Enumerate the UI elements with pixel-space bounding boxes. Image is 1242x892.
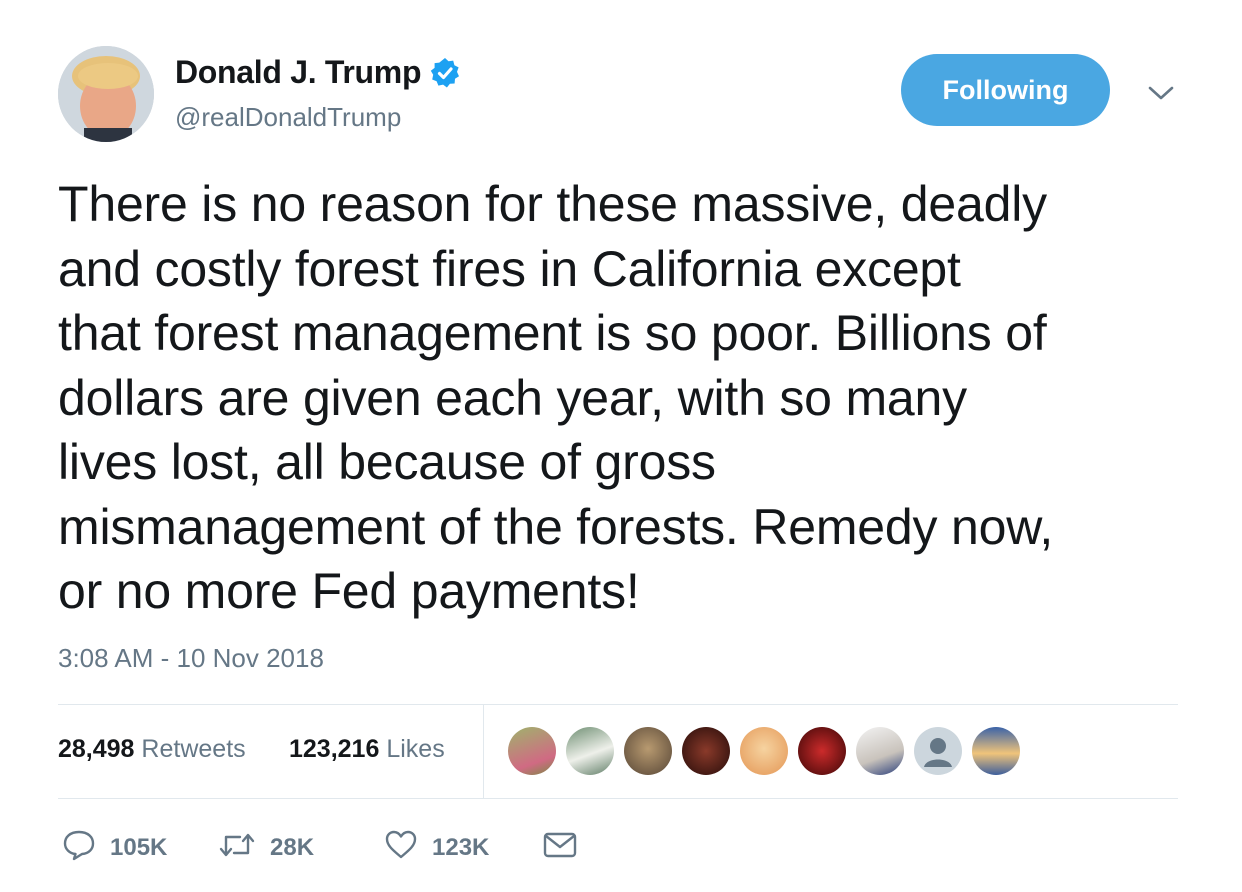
liker-avatar[interactable] [856, 727, 904, 775]
tweet-timestamp[interactable]: 3:08 AM - 10 Nov 2018 [58, 643, 324, 674]
user-name[interactable]: Donald J. Trump [175, 54, 422, 91]
retweets-count: 28,498 [58, 735, 135, 763]
reply-icon [62, 828, 96, 867]
liker-avatar[interactable] [972, 727, 1020, 775]
avatar[interactable] [58, 46, 154, 142]
liker-avatar[interactable] [798, 727, 846, 775]
tweet-stats: 28,498 Retweets 123,216 Likes [58, 705, 1178, 799]
liker-avatar[interactable] [624, 727, 672, 775]
likes-stat[interactable]: 123,216 Likes [289, 735, 445, 764]
following-button[interactable]: Following [901, 54, 1110, 126]
liker-avatar[interactable] [566, 727, 614, 775]
stats-bottom-divider [58, 798, 1178, 799]
verified-badge-icon [429, 57, 461, 89]
user-handle[interactable]: @realDonaldTrump [175, 102, 401, 133]
likes-count: 123,216 [289, 735, 380, 763]
mail-icon [542, 828, 578, 867]
direct-message-button[interactable] [542, 828, 578, 867]
liker-avatar[interactable] [682, 727, 730, 775]
reply-count: 105K [110, 833, 168, 861]
retweets-label: Retweets [141, 735, 246, 763]
liker-avatar[interactable] [508, 727, 556, 775]
tweet-text: There is no reason for these massive, de… [58, 176, 1054, 619]
like-count: 123K [432, 833, 490, 861]
liker-avatar[interactable] [740, 727, 788, 775]
heart-icon [384, 828, 418, 867]
stats-separator [483, 705, 484, 799]
reply-button[interactable]: 105K [62, 828, 167, 867]
tweet-actions: 105K 28K 123K [58, 820, 758, 870]
like-button[interactable]: 123K [384, 828, 489, 867]
name-row: Donald J. Trump [175, 54, 461, 91]
chevron-down-icon[interactable] [1146, 82, 1176, 104]
retweet-button[interactable]: 28K [218, 828, 314, 867]
liker-avatar-default[interactable] [914, 727, 962, 775]
retweet-icon [218, 828, 256, 867]
likes-label: Likes [386, 735, 445, 763]
retweet-count: 28K [270, 833, 315, 861]
retweets-stat[interactable]: 28,498 Retweets [58, 735, 246, 764]
tweet-header: Donald J. Trump @realDonaldTrump Followi… [58, 46, 1188, 146]
